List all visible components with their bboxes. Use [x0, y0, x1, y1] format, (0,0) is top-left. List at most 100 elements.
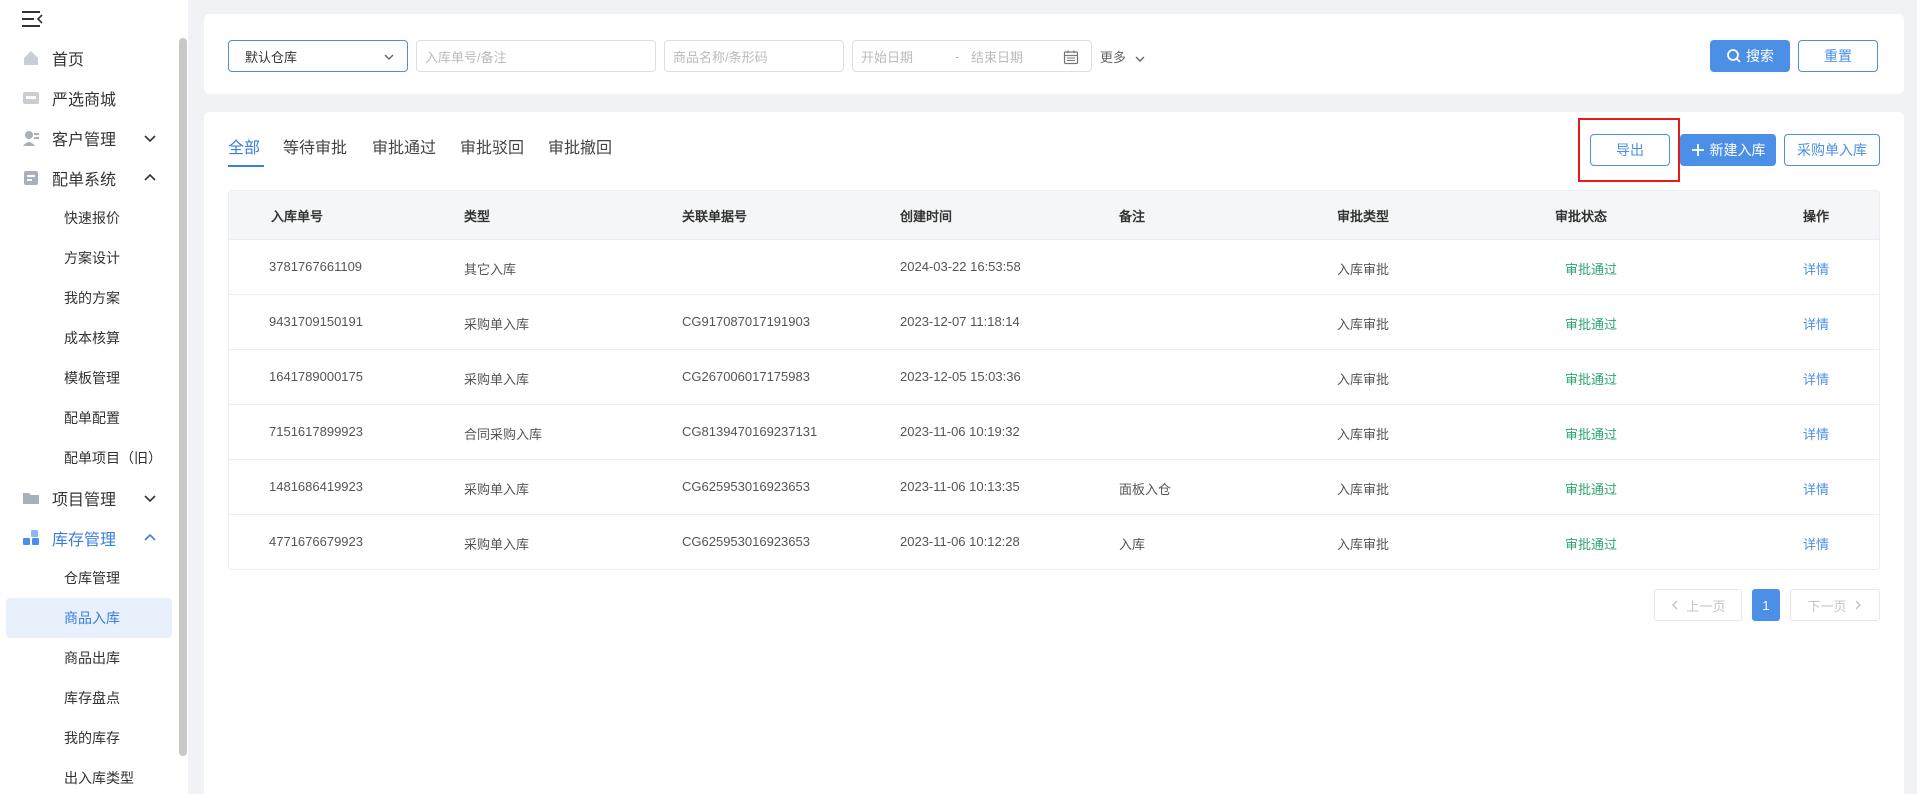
cell-approval-type: 入库审批: [1337, 537, 1390, 552]
chevron-up-icon: [144, 173, 156, 181]
cell-remark: 面板入仓: [1119, 482, 1172, 497]
sidebar-subitem-solution-design[interactable]: 方案设计: [6, 238, 172, 278]
sidebar-subitem-order-projects-old[interactable]: 配单项目（旧）: [6, 438, 172, 478]
cell-type: 采购单入库: [464, 372, 530, 387]
detail-link[interactable]: 详情: [1803, 424, 1829, 443]
cell-approval-type: 入库审批: [1337, 262, 1390, 277]
next-page-button[interactable]: 下一页: [1790, 589, 1880, 621]
cell-type: 采购单入库: [464, 482, 530, 497]
reset-button[interactable]: 重置: [1798, 40, 1878, 72]
chevron-down-icon: [1135, 56, 1145, 62]
end-date-placeholder[interactable]: 结束日期: [971, 47, 1023, 66]
cell-order-no: 1481686419923: [269, 479, 363, 494]
sidebar-subitem-label: 快速报价: [64, 210, 120, 226]
sidebar-subitem-goods-outbound[interactable]: 商品出库: [6, 638, 172, 678]
sidebar-subitem-cost-accounting[interactable]: 成本核算: [6, 318, 172, 358]
sidebar-item-home[interactable]: 首页: [0, 38, 175, 78]
sidebar-item-order-system[interactable]: 配单系统: [0, 158, 175, 198]
chevron-up-icon: [144, 533, 156, 541]
sidebar-item-label: 首页: [52, 52, 85, 69]
sidebar-subitem-label: 商品入库: [64, 610, 120, 626]
export-button[interactable]: 导出: [1590, 134, 1670, 166]
sidebar-subitem-my-inventory[interactable]: 我的库存: [6, 718, 172, 758]
sidebar: 首页 严选商城 客户管理 配单系统 快速报价 方案设计 我的方案 成本核算 模板…: [0, 0, 188, 794]
sidebar-item-label: 项目管理: [52, 492, 117, 509]
sidebar-subitem-stock-count[interactable]: 库存盘点: [6, 678, 172, 718]
filter-bar: 默认仓库 入库单号/备注 商品名称/条形码 开始日期 - 结束日期 更多 搜索 …: [204, 14, 1904, 94]
search-button[interactable]: 搜索: [1710, 40, 1790, 72]
tab-approved[interactable]: 审批通过: [372, 134, 436, 158]
cell-order-no: 9431709150191: [269, 314, 363, 329]
table-row: 7151617899923 合同采购入库 CG8139470169237131 …: [229, 404, 1879, 459]
warehouse-select[interactable]: 默认仓库: [228, 40, 408, 72]
table-row: 4771676679923 采购单入库 CG625953016923653 20…: [229, 514, 1879, 569]
new-inbound-button[interactable]: 新建入库: [1680, 134, 1776, 166]
cell-approval-type: 入库审批: [1337, 317, 1390, 332]
sidebar-subitem-label: 配单项目（旧）: [64, 450, 162, 466]
home-icon: [24, 51, 38, 65]
sidebar-subitem-io-types[interactable]: 出入库类型: [6, 758, 172, 794]
cell-created-at: 2023-11-06 10:12:28: [900, 534, 1020, 549]
page-number-current[interactable]: 1: [1752, 589, 1780, 621]
detail-link[interactable]: 详情: [1803, 369, 1829, 388]
plus-icon: [1691, 144, 1704, 156]
folder-icon: [23, 493, 39, 504]
mall-icon: [23, 92, 39, 104]
detail-link[interactable]: 详情: [1803, 314, 1829, 333]
order-number-input[interactable]: 入库单号/备注: [416, 40, 656, 72]
sidebar-item-customers[interactable]: 客户管理: [0, 118, 175, 158]
column-header: 关联单据号: [682, 209, 748, 224]
tab-all[interactable]: 全部: [228, 134, 260, 158]
sidebar-item-label: 客户管理: [52, 132, 117, 149]
sidebar-subitem-label: 配单配置: [64, 410, 120, 426]
sidebar-item-label: 库存管理: [52, 532, 117, 549]
sidebar-scrollbar[interactable]: [179, 38, 187, 756]
sidebar-item-inventory[interactable]: 库存管理: [0, 518, 175, 558]
chevron-right-icon: [1855, 600, 1861, 610]
product-search-placeholder: 商品名称/条形码: [673, 49, 768, 65]
sidebar-item-label: 配单系统: [52, 172, 117, 189]
sidebar-subitem-template-management[interactable]: 模板管理: [6, 358, 172, 398]
product-search-input[interactable]: 商品名称/条形码: [664, 40, 844, 72]
sidebar-subitem-my-solutions[interactable]: 我的方案: [6, 278, 172, 318]
column-header: 备注: [1119, 209, 1146, 224]
cell-type: 采购单入库: [464, 537, 530, 552]
more-filters-toggle[interactable]: 更多: [1100, 47, 1146, 66]
sidebar-subitem-goods-inbound[interactable]: 商品入库: [6, 598, 172, 638]
date-range-picker[interactable]: 开始日期 - 结束日期: [852, 40, 1092, 72]
new-inbound-label: 新建入库: [1709, 142, 1766, 158]
detail-link[interactable]: 详情: [1803, 479, 1829, 498]
detail-link[interactable]: 详情: [1803, 534, 1829, 553]
cell-order-no: 4771676679923: [269, 534, 363, 549]
prev-page-button[interactable]: 上一页: [1654, 589, 1742, 621]
cell-approval-status: 审批通过: [1565, 262, 1618, 277]
prev-page-label: 上一页: [1686, 598, 1726, 614]
sidebar-item-projects[interactable]: 项目管理: [0, 478, 175, 518]
calendar-icon: [1063, 50, 1079, 65]
tab-active-indicator: [228, 165, 264, 167]
sidebar-subitem-label: 我的方案: [64, 290, 120, 306]
main-panel: 全部 等待审批 审批通过 审批驳回 审批撤回 导出 新建入库 采购单入库 入库单…: [204, 112, 1904, 794]
sidebar-subitem-quick-quote[interactable]: 快速报价: [6, 198, 172, 238]
menu-collapse-icon[interactable]: [22, 10, 44, 28]
page-number-label: 1: [1762, 597, 1770, 613]
purchase-inbound-button[interactable]: 采购单入库: [1784, 134, 1880, 166]
tab-pending[interactable]: 等待审批: [283, 134, 347, 158]
sidebar-subitem-label: 仓库管理: [64, 570, 120, 586]
table-row: 3781767661109 其它入库 2024-03-22 16:53:58 入…: [229, 239, 1879, 294]
sidebar-item-label: 严选商城: [52, 92, 117, 109]
sidebar-subitem-warehouse-management[interactable]: 仓库管理: [6, 558, 172, 598]
start-date-placeholder[interactable]: 开始日期: [861, 47, 913, 66]
detail-link[interactable]: 详情: [1803, 259, 1829, 278]
cell-approval-status: 审批通过: [1565, 482, 1618, 497]
table-header: 入库单号 类型 关联单据号 创建时间 备注 审批类型 审批状态 操作: [229, 191, 1879, 239]
warehouse-select-value: 默认仓库: [245, 49, 298, 65]
sidebar-subitem-label: 成本核算: [64, 330, 120, 346]
order-system-icon: [24, 171, 38, 185]
sidebar-item-mall[interactable]: 严选商城: [0, 78, 175, 118]
sidebar-subitem-label: 库存盘点: [64, 690, 120, 706]
tab-rejected[interactable]: 审批驳回: [460, 134, 524, 158]
sidebar-subitem-order-config[interactable]: 配单配置: [6, 398, 172, 438]
tab-withdrawn[interactable]: 审批撤回: [548, 134, 612, 158]
column-header: 类型: [464, 209, 491, 224]
